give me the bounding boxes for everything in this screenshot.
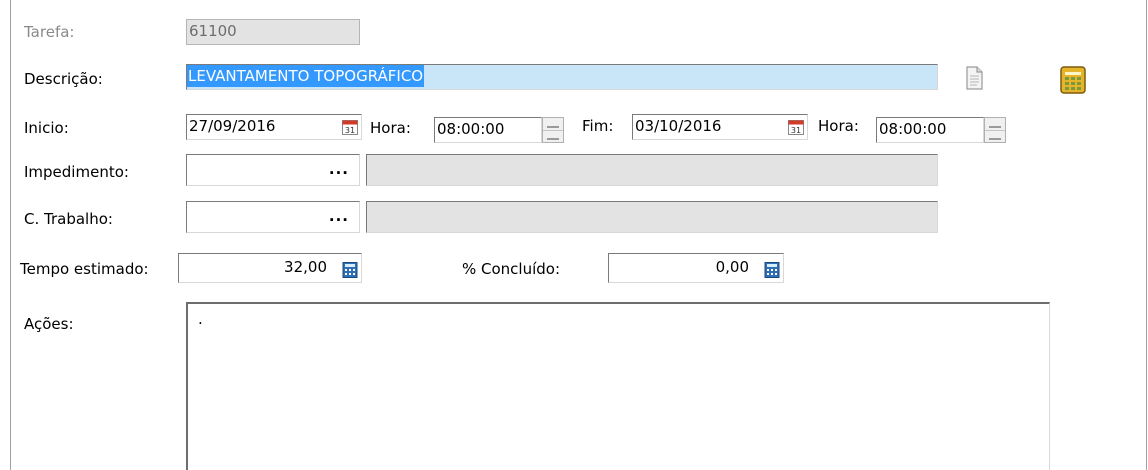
concluido-label: % Concluído: [462, 260, 561, 278]
fim-date-value: 03/10/2016 [635, 117, 722, 135]
inicio-hora-spinner[interactable] [542, 117, 564, 143]
fim-hora-label: Hora: [818, 117, 859, 135]
descricao-field[interactable]: LEVANTAMENTO TOPOGRÁFICO [186, 64, 938, 90]
impedimento-code-field[interactable]: ... [186, 154, 360, 186]
calendar-icon[interactable]: 31 [342, 119, 358, 135]
tempo-estimado-label: Tempo estimado: [20, 260, 149, 278]
trabalho-code-field[interactable]: ... [186, 201, 360, 233]
spinner-up-icon[interactable] [985, 118, 1005, 131]
tempo-estimado-field[interactable]: 32,00 [178, 253, 362, 283]
fim-hora-field[interactable]: 08:00:00 [876, 117, 984, 143]
tarefa-field: 61100 [186, 19, 360, 45]
spinner-down-icon[interactable] [543, 131, 563, 143]
fim-hora-spinner[interactable] [984, 117, 1006, 143]
calculator-small-icon[interactable] [342, 260, 358, 278]
spinner-down-icon[interactable] [985, 131, 1005, 143]
inicio-date-value: 27/09/2016 [189, 117, 276, 135]
fim-date-field[interactable]: 03/10/2016 31 [632, 114, 808, 140]
trabalho-description-field [366, 201, 938, 233]
impedimento-lookup-button[interactable]: ... [329, 155, 349, 183]
tempo-estimado-value: 32,00 [284, 258, 327, 276]
trabalho-lookup-button[interactable]: ... [329, 202, 349, 230]
trabalho-label: C. Trabalho: [24, 210, 113, 228]
inicio-date-field[interactable]: 27/09/2016 31 [186, 114, 362, 140]
concluido-field[interactable]: 0,00 [608, 253, 784, 283]
descricao-label: Descrição: [24, 70, 103, 88]
calendar-icon[interactable]: 31 [788, 119, 804, 135]
inicio-label: Inicio: [24, 119, 69, 137]
svg-text:31: 31 [791, 126, 801, 135]
impedimento-description-field [366, 154, 938, 186]
spinner-up-icon[interactable] [543, 118, 563, 131]
concluido-value: 0,00 [715, 258, 749, 276]
calculator-icon[interactable] [1060, 66, 1086, 94]
calculator-small-icon[interactable] [764, 260, 780, 278]
tarefa-label: Tarefa: [24, 23, 75, 41]
acoes-label: Ações: [24, 315, 74, 333]
inicio-hora-field[interactable]: 08:00:00 [434, 117, 542, 143]
svg-text:31: 31 [345, 126, 355, 135]
descricao-selected-text: LEVANTAMENTO TOPOGRÁFICO [187, 65, 425, 87]
inicio-hora-label: Hora: [370, 119, 411, 137]
document-icon[interactable] [964, 66, 984, 90]
acoes-textarea[interactable]: . [186, 302, 1050, 470]
impedimento-label: Impedimento: [24, 163, 129, 181]
fim-label: Fim: [582, 117, 614, 135]
